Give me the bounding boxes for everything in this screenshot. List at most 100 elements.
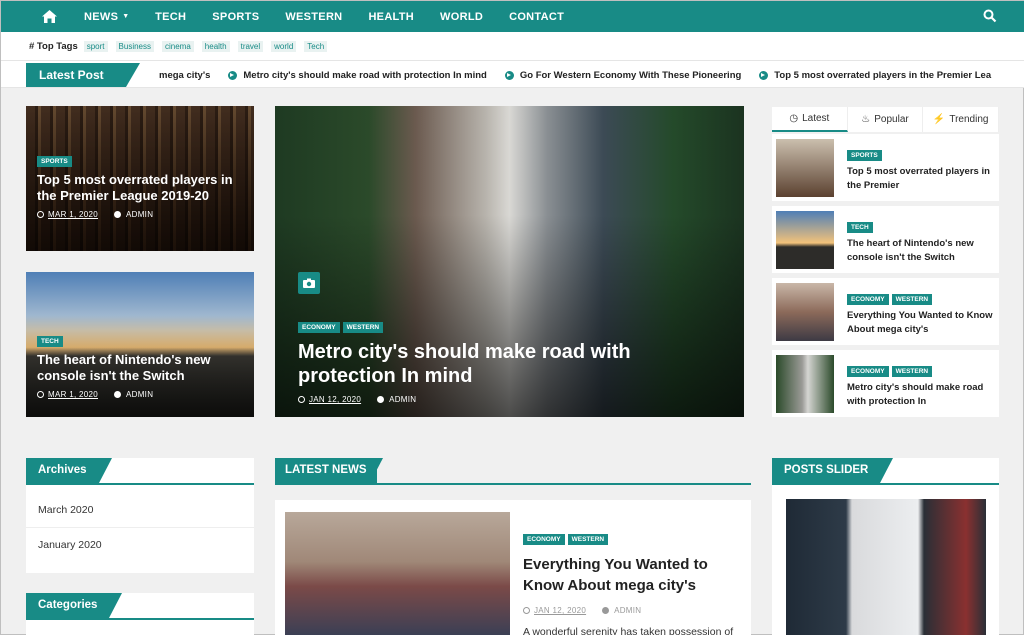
search-icon[interactable]	[983, 9, 997, 23]
sidebar-post[interactable]: ECONOMY WESTERN Metro city's should make r…	[772, 350, 999, 417]
category-badge[interactable]: TECH	[37, 336, 63, 347]
post-title[interactable]: Top 5 most overrated players in the Prem…	[37, 172, 247, 204]
featured-post-card[interactable]: TECH The heart of Nintendo's new console…	[26, 272, 254, 417]
section-title: LATEST NEWS	[275, 458, 377, 483]
ticker-item-text: Go For Western Economy With These Pionee…	[519, 69, 742, 81]
play-circle-icon	[504, 70, 514, 80]
category-badge[interactable]: WESTERN	[891, 294, 933, 305]
widget-title: POSTS SLIDER	[772, 458, 894, 483]
tag-world[interactable]: world	[271, 40, 297, 52]
hero-title[interactable]: Metro city's should make road with prote…	[298, 340, 718, 389]
category-badge[interactable]: TECH	[847, 222, 873, 233]
latest-post-label: Latest Post	[26, 63, 140, 87]
user-icon	[114, 390, 121, 398]
tag-cinema[interactable]: cinema	[162, 40, 194, 52]
clock-icon	[37, 210, 44, 218]
widget-title: Categories	[26, 593, 123, 618]
post-title[interactable]: Everything You Wanted to Know About mega…	[847, 309, 994, 338]
ticker-item[interactable]: mega city's	[159, 70, 210, 81]
post-date[interactable]: MAR 1, 2020	[48, 210, 98, 219]
post-title[interactable]: The heart of Nintendo's new console isn'…	[37, 352, 247, 384]
user-icon	[114, 210, 121, 218]
tag-sport[interactable]: sport	[83, 40, 108, 52]
post-thumbnail[interactable]	[776, 139, 834, 197]
post-thumbnail[interactable]	[776, 211, 834, 269]
tab-latest[interactable]: ◷ Latest	[772, 107, 848, 132]
sidebar-post[interactable]: SPORTS Top 5 most overrated players in th…	[772, 134, 999, 201]
widget-header: POSTS SLIDER	[772, 458, 999, 485]
tab-trending[interactable]: ⚡ Trending	[923, 107, 1000, 132]
post-author[interactable]: ADMIN	[126, 210, 153, 219]
post-date[interactable]: JAN 12, 2020	[309, 395, 361, 404]
post-title[interactable]: Metro city's should make road with prote…	[847, 381, 994, 410]
clock-icon	[37, 390, 44, 398]
ticker-item-text: Metro city's should make road with prote…	[243, 69, 487, 81]
widget-title: Archives	[26, 458, 112, 483]
post-author[interactable]: ADMIN	[126, 390, 153, 399]
category-badge[interactable]: ECONOMY	[847, 294, 889, 305]
latest-post-ticker: Latest Post mega city's Metro city's sho…	[1, 60, 1024, 88]
user-icon	[602, 607, 610, 614]
post-author[interactable]: ADMIN	[389, 395, 416, 404]
user-icon	[377, 395, 385, 403]
category-badge[interactable]: WESTERN	[342, 322, 384, 333]
nav-item-sports[interactable]: SPORTS	[212, 11, 259, 23]
ticker-item[interactable]: Top 5 most overrated players in the Prem…	[759, 70, 991, 81]
sidebar-post[interactable]: TECH The heart of Nintendo's new console …	[772, 206, 999, 273]
post-title[interactable]: Everything You Wanted to Know About mega…	[523, 554, 745, 596]
category-badge[interactable]: ECONOMY	[298, 322, 340, 333]
nav-item-news[interactable]: NEWS	[84, 11, 118, 23]
slider-image[interactable]	[786, 499, 986, 635]
home-icon[interactable]	[34, 1, 64, 32]
tab-popular[interactable]: ♨ Popular	[848, 107, 924, 132]
clock-icon	[523, 607, 530, 614]
chevron-down-icon[interactable]: ▼	[122, 13, 129, 20]
clock-icon	[298, 395, 305, 403]
sidebar-post[interactable]: ECONOMY WESTERN Everything You Wanted to K…	[772, 278, 999, 345]
nav-item-tech[interactable]: TECH	[155, 11, 186, 23]
tab-label: Latest	[802, 113, 830, 124]
post-date[interactable]: JAN 12, 2020	[534, 606, 586, 615]
hero-post[interactable]: ECONOMY WESTERN Metro city's should make …	[275, 106, 744, 417]
latest-news-header: LATEST NEWS	[275, 458, 751, 485]
widget-header: Archives	[26, 458, 254, 485]
post-author[interactable]: ADMIN	[614, 606, 641, 615]
featured-post-card[interactable]: SPORTS Top 5 most overrated players in t…	[26, 106, 254, 251]
category-badge[interactable]: SPORTS	[847, 150, 882, 161]
top-tags-label: # Top Tags	[29, 40, 78, 52]
post-excerpt: A wonderful serenity has taken possessio…	[523, 626, 734, 635]
post-thumbnail[interactable]	[776, 283, 834, 341]
post-thumbnail[interactable]	[776, 355, 834, 413]
archive-link[interactable]: March 2020	[26, 493, 254, 528]
nav-item-health[interactable]: HEALTH	[368, 11, 414, 23]
nav-item-world[interactable]: WORLD	[440, 11, 483, 23]
archives-widget: Archives March 2020 January 2020	[26, 458, 254, 573]
nav-item-contact[interactable]: CONTACT	[509, 11, 564, 23]
post-date[interactable]: MAR 1, 2020	[48, 390, 98, 399]
archive-link[interactable]: January 2020	[26, 528, 254, 563]
news-post[interactable]: ECONOMY WESTERN Everything You Wanted to …	[275, 500, 751, 635]
tag-travel[interactable]: travel	[237, 40, 264, 52]
ticker-items: mega city's Metro city's should make roa…	[159, 61, 1009, 87]
ticker-item[interactable]: Metro city's should make road with prote…	[228, 69, 487, 81]
tag-health[interactable]: health	[201, 40, 230, 52]
category-badge[interactable]: WESTERN	[567, 534, 609, 545]
post-title[interactable]: Top 5 most overrated players in the Prem…	[847, 165, 994, 194]
play-circle-icon	[228, 70, 238, 80]
top-tags-bar: # Top Tags sport Business cinema health …	[1, 32, 1024, 60]
ticker-item[interactable]: Go For Western Economy With These Pionee…	[504, 69, 742, 81]
tag-business[interactable]: Business	[115, 40, 154, 52]
category-badge[interactable]: WESTERN	[891, 366, 933, 377]
tag-tech[interactable]: Tech	[304, 40, 328, 52]
tab-label: Popular	[874, 114, 909, 125]
category-badge[interactable]: SPORTS	[37, 156, 72, 167]
main-navigation: NEWS ▼ TECH SPORTS WESTERN HEALTH WORLD …	[1, 1, 1024, 32]
post-thumbnail[interactable]	[285, 512, 510, 635]
ticker-item-text: mega city's	[159, 69, 211, 81]
category-badge[interactable]: ECONOMY	[523, 534, 565, 545]
tab-label: Trending	[949, 114, 989, 125]
category-badge[interactable]: ECONOMY	[847, 366, 889, 377]
widget-header: Categories	[26, 593, 254, 620]
nav-item-western[interactable]: WESTERN	[285, 11, 342, 23]
post-title[interactable]: The heart of Nintendo's new console isn'…	[847, 237, 994, 266]
